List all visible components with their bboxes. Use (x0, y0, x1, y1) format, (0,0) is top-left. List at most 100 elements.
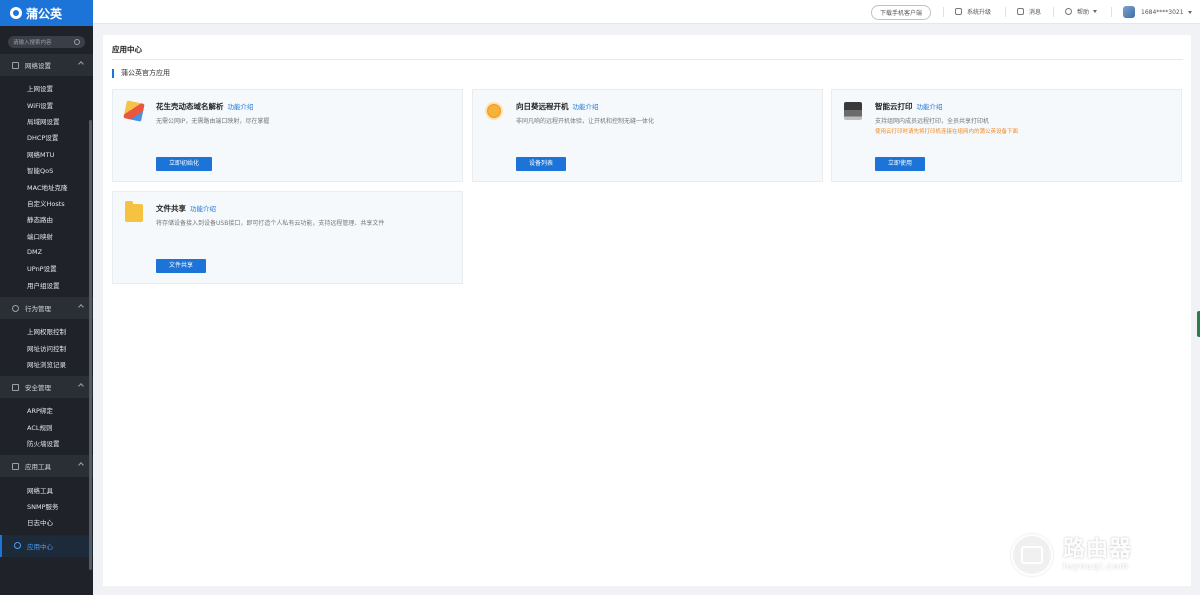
messages-label: 消息 (1029, 9, 1042, 16)
printer-icon (844, 102, 862, 120)
sidebar-item-url-history[interactable]: 网址浏览记录 (0, 356, 93, 372)
watermark-title: 路由器 (1063, 537, 1133, 562)
download-app-button[interactable]: 下载手机客户端 (871, 5, 932, 20)
sidebar-item-dmz[interactable]: DMZ (0, 244, 93, 260)
network-settings-icon (12, 61, 19, 69)
card-warning: 使用云打印时请先将打印机连接在组网内的蒲公英设备下面 (875, 129, 1019, 135)
sidebar-group-behavior[interactable]: 行为管理 (0, 297, 93, 320)
folder-icon (125, 201, 143, 222)
system-upgrade-label: 系统升级 (967, 9, 992, 16)
card-title-text: 向日葵远程开机 (516, 102, 569, 111)
help-label: 帮助 (1077, 9, 1090, 16)
feature-intro-link[interactable]: 功能介绍 (228, 103, 254, 111)
main-panel: 应用中心 蒲公英官方应用 花生壳动态域名解析 功能介绍 无需公网IP，无需路由端口… (103, 35, 1191, 586)
sidebar: 蒲公英 请输入搜索内容 网络设置 上网设置 WiFi设置 局域网设置 DHCP设… (0, 0, 93, 595)
sidebar-item-arp[interactable]: ARP绑定 (0, 402, 93, 418)
sidebar-item-access-control[interactable]: 上网权限控制 (0, 323, 93, 339)
card-title: 花生壳动态域名解析 功能介绍 (156, 101, 254, 112)
card-title: 智能云打印 功能介绍 (875, 101, 943, 112)
chevron-up-icon (78, 383, 84, 390)
card-description: 将存储设备接入到设备USB接口，即可打造个人私有云功能，支持远程管理、共享文件 (156, 220, 385, 227)
brand-name: 蒲公英 (26, 6, 63, 21)
shield-icon (12, 383, 19, 391)
app-card-oray-ddns: 花生壳动态域名解析 功能介绍 无需公网IP，无需路由端口映射，尽在掌握 立即初始化 (112, 89, 463, 182)
sidebar-group-network[interactable]: 网络设置 (0, 54, 93, 76)
sidebar-item-lan[interactable]: 局域网设置 (0, 113, 93, 129)
chevron-up-icon (78, 61, 84, 67)
card-description: 无需公网IP，无需路由端口映射，尽在掌握 (156, 118, 270, 125)
card-description: 非同凡响的远程开机体验，让开机和控制无缝一体化 (516, 118, 655, 125)
feature-intro-link[interactable]: 功能介绍 (917, 103, 943, 111)
sidebar-item-qos[interactable]: 智能QoS (0, 162, 93, 178)
sidebar-item-dhcp[interactable]: DHCP设置 (0, 129, 93, 145)
device-list-button[interactable]: 设备列表 (516, 157, 567, 171)
chevron-up-icon (78, 304, 84, 310)
group-label: 应用工具 (25, 463, 51, 472)
bell-icon (1017, 8, 1024, 15)
group-label: 行为管理 (25, 305, 51, 314)
card-description: 支持组网内成员远程打印，全员共享打印机 (875, 118, 990, 125)
sun-icon (485, 102, 503, 120)
app-card-cloud-print: 智能云打印 功能介绍 支持组网内成员远程打印，全员共享打印机 使用云打印时请先将打… (831, 89, 1182, 182)
card-title-text: 文件共享 (156, 204, 186, 213)
feature-intro-link[interactable]: 功能介绍 (190, 205, 216, 213)
search-icon[interactable] (74, 39, 80, 45)
sidebar-item-upnp[interactable]: UPnP设置 (0, 260, 93, 276)
card-title: 向日葵远程开机 功能介绍 (516, 101, 599, 112)
use-now-button[interactable]: 立即使用 (875, 157, 926, 171)
section-title: 蒲公英官方应用 (112, 69, 170, 78)
sidebar-item-port-mapping[interactable]: 端口映射 (0, 228, 93, 244)
divider (112, 59, 1183, 60)
watermark: 路由器 luyouqi.com (1011, 525, 1186, 585)
card-title: 文件共享 功能介绍 (156, 203, 216, 214)
lock-icon (955, 8, 962, 15)
sidebar-item-firewall[interactable]: 防火墙设置 (0, 435, 93, 451)
chevron-up-icon (78, 462, 84, 469)
account-menu-button[interactable]: 1684****3021 (1123, 6, 1192, 18)
sidebar-group-security[interactable]: 安全管理 (0, 376, 93, 399)
sidebar-item-log-center[interactable]: 日志中心 (0, 514, 93, 530)
toolbox-icon (12, 462, 19, 470)
account-label: 1684****3021 (1141, 8, 1184, 16)
sidebar-group-tools[interactable]: 应用工具 (0, 455, 93, 478)
file-share-button[interactable]: 文件共享 (156, 259, 207, 273)
sidebar-item-hosts[interactable]: 自定义Hosts (0, 195, 93, 211)
behavior-management-icon (12, 304, 19, 312)
sidebar-item-internet[interactable]: 上网设置 (0, 80, 93, 96)
app-card-remote-boot: 向日葵远程开机 功能介绍 非同凡响的远程开机体验，让开机和控制无缝一体化 设备列表 (472, 89, 823, 182)
sidebar-item-snmp[interactable]: SNMP服务 (0, 498, 93, 514)
brand-logo[interactable]: 蒲公英 (0, 0, 93, 26)
sidebar-search-input[interactable]: 请输入搜索内容 (8, 36, 85, 48)
sidebar-item-wifi[interactable]: WiFi设置 (0, 96, 93, 112)
sidebar-item-url-control[interactable]: 网址访问控制 (0, 339, 93, 355)
help-menu-button[interactable]: 帮助 (1065, 7, 1098, 16)
dandelion-logo-icon (10, 7, 22, 19)
sidebar-item-mac-clone[interactable]: MAC地址克隆 (0, 178, 93, 194)
group-label: 网络设置 (25, 62, 51, 70)
initialize-button[interactable]: 立即初始化 (156, 157, 213, 171)
sidebar-scrollbar[interactable] (89, 120, 92, 570)
feature-intro-link[interactable]: 功能介绍 (573, 103, 599, 111)
app-card-file-share: 文件共享 功能介绍 将存储设备接入到设备USB接口，即可打造个人私有云功能，支持远… (112, 191, 463, 284)
active-item-label: 应用中心 (27, 542, 53, 551)
caret-down-icon (1093, 10, 1098, 13)
watermark-url: luyouqi.com (1063, 562, 1130, 572)
messages-button[interactable]: 消息 (1017, 7, 1041, 16)
group-label: 安全管理 (25, 384, 51, 393)
sidebar-item-network-tools[interactable]: 网络工具 (0, 481, 93, 497)
router-watermark-icon (1011, 534, 1053, 576)
system-upgrade-button[interactable]: 系统升级 (955, 7, 991, 16)
watermark-text: 路由器 luyouqi.com (1063, 537, 1133, 573)
top-bar: 下载手机客户端 系统升级 消息 帮助 1684****3021 (93, 0, 1200, 24)
sidebar-item-mtu[interactable]: 网络MTU (0, 146, 93, 162)
sidebar-item-app-center[interactable]: 应用中心 (0, 534, 93, 557)
caret-down-icon (1187, 10, 1192, 14)
sidebar-item-acl[interactable]: ACL规则 (0, 419, 93, 435)
help-icon (1065, 8, 1072, 15)
download-app-label: 下载手机客户端 (880, 10, 923, 17)
sidebar-item-user-groups[interactable]: 用户组设置 (0, 277, 93, 293)
avatar (1123, 6, 1135, 18)
app-center-icon (14, 542, 21, 550)
sidebar-item-static-route[interactable]: 静态路由 (0, 211, 93, 227)
page-title: 应用中心 (112, 45, 142, 54)
